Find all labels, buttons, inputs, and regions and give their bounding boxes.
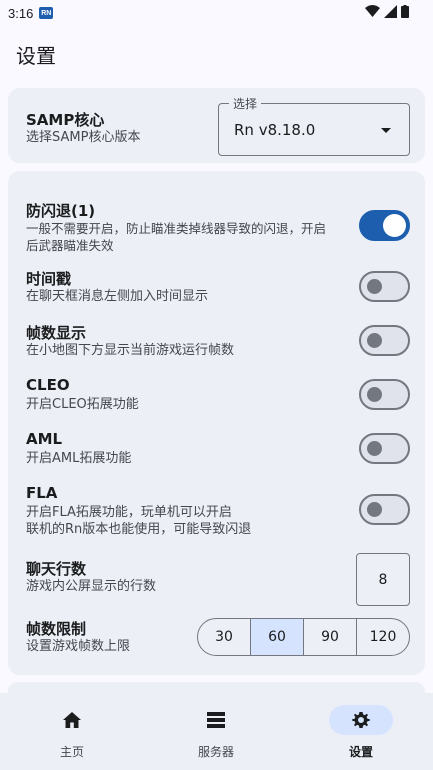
samp-version-select[interactable]: 选择 Rn v8.18.0 bbox=[218, 95, 410, 156]
anti-flash-switch[interactable] bbox=[359, 210, 410, 241]
nav-label-servers: 服务器 bbox=[197, 745, 234, 759]
app-notification-icon: RN bbox=[39, 7, 54, 19]
chat-lines-title: 聊天行数 bbox=[26, 560, 87, 578]
select-label: 选择 bbox=[229, 95, 262, 112]
switch-knob bbox=[367, 279, 382, 294]
cleo-desc: 开启CLEO拓展功能 bbox=[26, 397, 139, 412]
nav-icon-container bbox=[329, 705, 393, 735]
nav-item-servers[interactable]: 服务器 bbox=[144, 693, 288, 770]
fps-limit-desc: 设置游戏帧数上限 bbox=[26, 639, 131, 654]
status-icons bbox=[365, 5, 409, 18]
timestamp-desc: 在聊天框消息左侧加入时间显示 bbox=[26, 289, 209, 304]
cleo-title: CLEO bbox=[26, 376, 70, 394]
fla-switch[interactable] bbox=[359, 494, 410, 525]
timestamp-title: 时间戳 bbox=[26, 270, 72, 288]
fps-limit-title: 帧数限制 bbox=[26, 620, 87, 638]
wifi-icon bbox=[365, 5, 380, 17]
switch-knob bbox=[367, 502, 382, 517]
home-icon bbox=[63, 712, 81, 728]
fps-display-desc: 在小地图下方显示当前游戏运行帧数 bbox=[26, 343, 235, 358]
fla-desc-1: 开启FLA拓展功能，玩单机可以开启 bbox=[26, 505, 232, 520]
dropdown-arrow-icon bbox=[381, 128, 391, 133]
fla-desc-2: 联机的Rn版本也能使用，可能导致闪退 bbox=[26, 522, 252, 537]
fla-title: FLA bbox=[26, 484, 58, 502]
battery-icon bbox=[401, 5, 409, 18]
bottom-navigation: 主页 服务器 设置 bbox=[0, 693, 433, 770]
anti-flash-desc-2: 后武器瞄准失效 bbox=[26, 238, 114, 253]
fps-display-title: 帧数显示 bbox=[26, 324, 87, 342]
fps-option-30[interactable]: 30 bbox=[198, 619, 251, 655]
status-bar: 3:16 RN bbox=[0, 0, 433, 26]
fps-option-90[interactable]: 90 bbox=[304, 619, 357, 655]
timestamp-switch[interactable] bbox=[359, 271, 410, 302]
fps-limit-segmented: 30 60 90 120 bbox=[197, 618, 410, 656]
server-list-icon bbox=[207, 712, 225, 728]
signal-icon bbox=[384, 5, 397, 18]
samp-core-title: SAMP核心 bbox=[26, 111, 105, 129]
nav-icon-container bbox=[184, 705, 248, 735]
aml-desc: 开启AML拓展功能 bbox=[26, 451, 132, 466]
gear-icon bbox=[352, 712, 370, 728]
switch-knob bbox=[367, 441, 382, 456]
nav-label-settings: 设置 bbox=[348, 745, 373, 759]
switch-knob bbox=[367, 333, 382, 348]
fps-option-120[interactable]: 120 bbox=[357, 619, 409, 655]
fps-display-switch[interactable] bbox=[359, 325, 410, 356]
cleo-switch[interactable] bbox=[359, 379, 410, 410]
select-value: Rn v8.18.0 bbox=[234, 121, 316, 139]
nav-icon-container bbox=[40, 705, 104, 735]
chat-lines-desc: 游戏内公屏显示的行数 bbox=[26, 579, 157, 594]
status-time: 3:16 bbox=[8, 5, 34, 21]
anti-flash-title: 防闪退(1) bbox=[26, 202, 96, 220]
switch-knob bbox=[383, 214, 406, 237]
aml-title: AML bbox=[26, 430, 63, 448]
samp-core-subtitle: 选择SAMP核心版本 bbox=[26, 130, 141, 145]
nav-label-home: 主页 bbox=[59, 745, 84, 759]
nav-item-settings[interactable]: 设置 bbox=[289, 693, 433, 770]
switch-knob bbox=[367, 387, 382, 402]
settings-card: 防闪退(1) 一般不需要开启，防止瞄准类掉线器导致的闪退，开启 后武器瞄准失效 … bbox=[8, 171, 425, 675]
samp-core-card: SAMP核心 选择SAMP核心版本 选择 Rn v8.18.0 bbox=[8, 88, 425, 163]
page-title: 设置 bbox=[16, 44, 56, 68]
fps-option-60[interactable]: 60 bbox=[251, 619, 304, 655]
chat-lines-input[interactable]: 8 bbox=[356, 553, 410, 606]
anti-flash-desc-1: 一般不需要开启，防止瞄准类掉线器导致的闪退，开启 bbox=[26, 221, 327, 236]
nav-item-home[interactable]: 主页 bbox=[0, 693, 144, 770]
aml-switch[interactable] bbox=[359, 433, 410, 464]
